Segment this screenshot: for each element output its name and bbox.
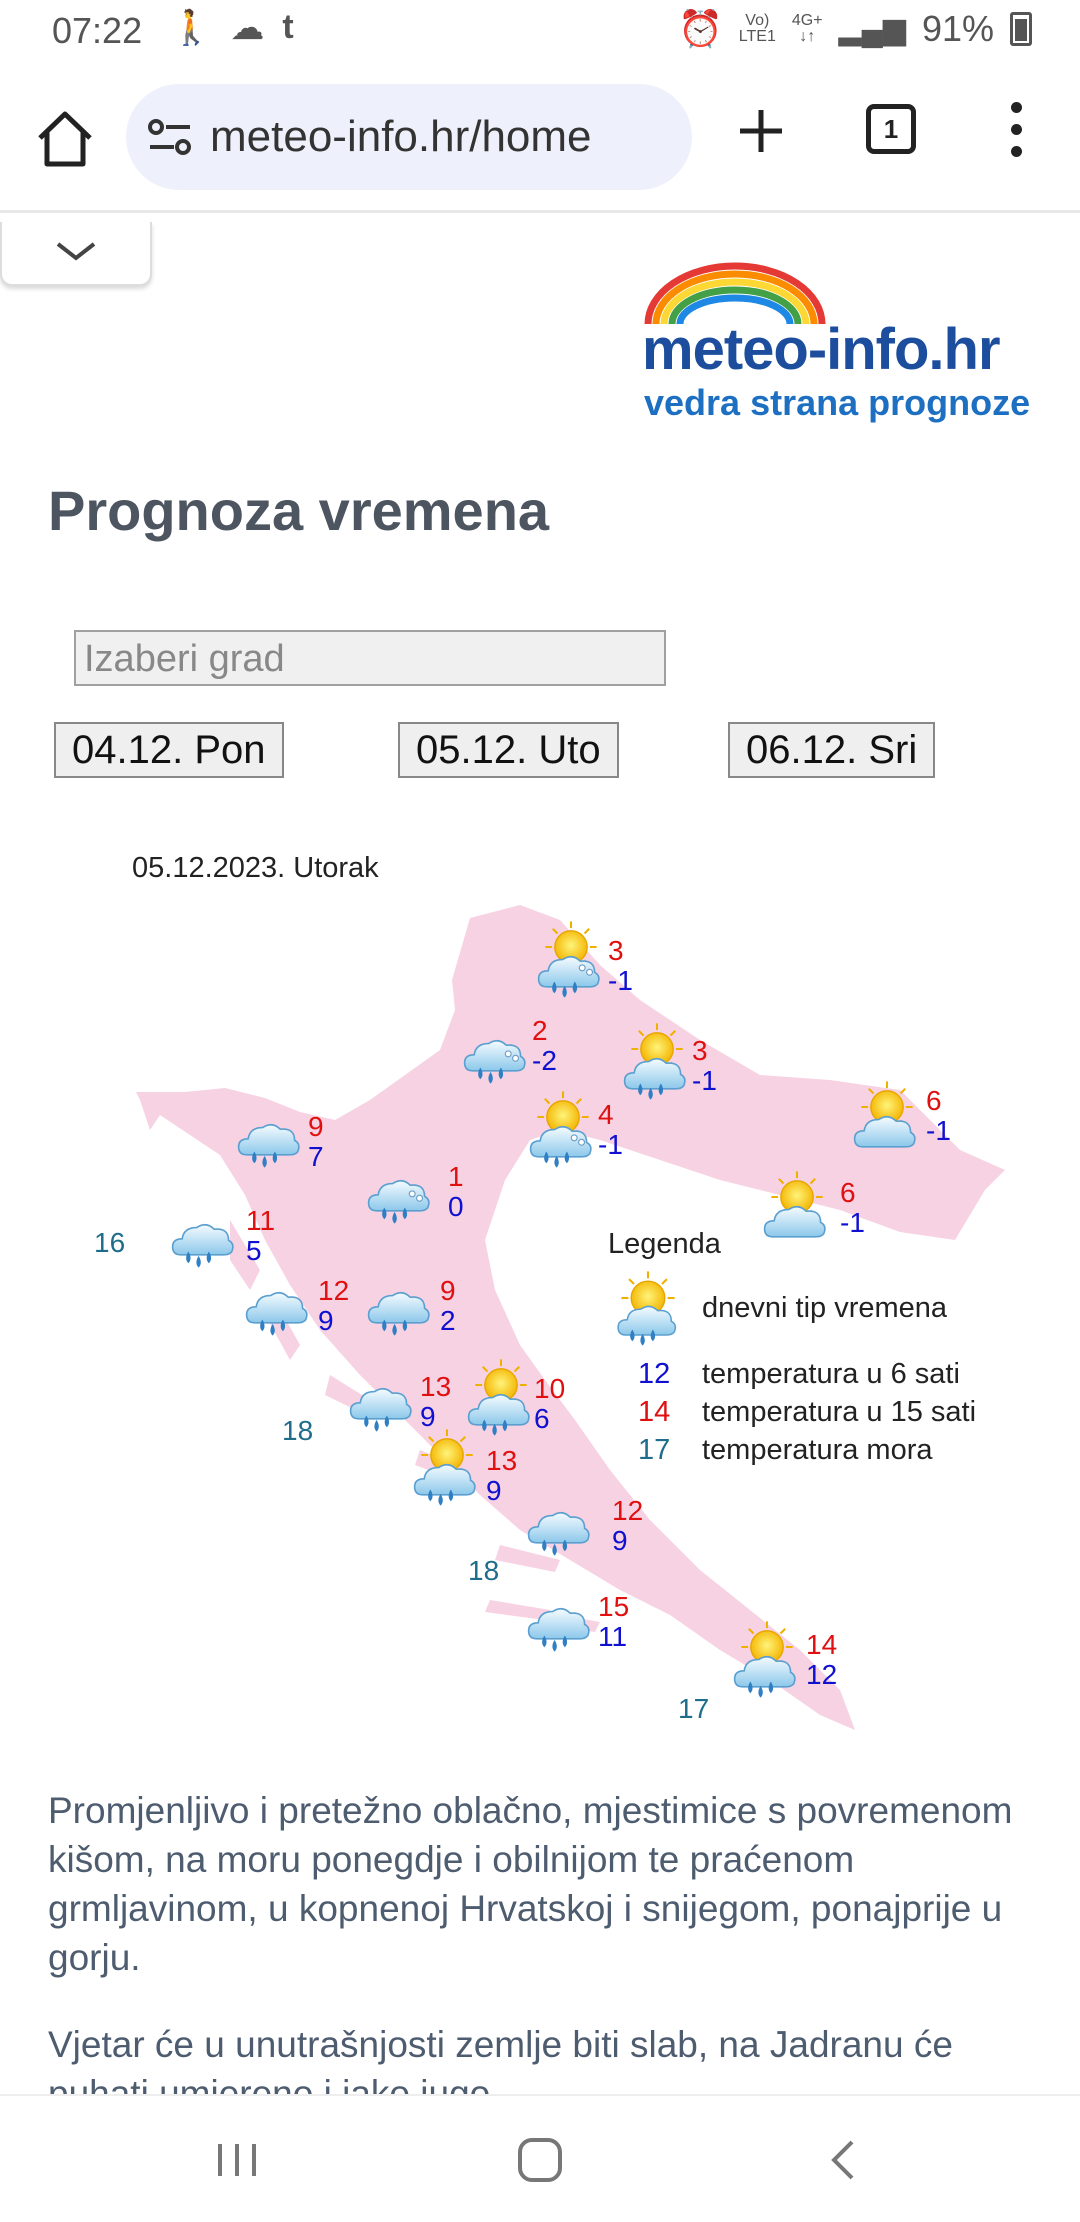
day-button-1[interactable]: 04.12. Pon: [54, 722, 284, 778]
legend-label-sea: temperatura mora: [702, 1434, 933, 1466]
station-low-temp: 7: [308, 1141, 324, 1172]
station-low-temp: 9: [486, 1475, 502, 1506]
status-bar: 07:22 🚶 ☁ t ⏰ Vo) LTE1 4G+ ↓↑ ▂▄▆ 91%: [0, 0, 1080, 64]
legend-weather-icon: [617, 1270, 677, 1346]
home-icon[interactable]: [30, 104, 100, 174]
station-high-temp: 9: [308, 1111, 324, 1142]
legend-label-afternoon: temperatura u 15 sati: [702, 1396, 977, 1428]
legend-num-afternoon: 14: [638, 1396, 671, 1428]
station-low-temp: 5: [246, 1235, 262, 1266]
station-high-temp: 6: [840, 1177, 856, 1208]
station-low-temp: -1: [840, 1207, 865, 1238]
alarm-icon: ⏰: [677, 8, 723, 49]
tab-switcher-button[interactable]: 1: [866, 104, 916, 154]
forecast-paragraph-1: Promjenljivo i pretežno oblačno, mjestim…: [48, 1790, 1013, 1978]
station-low-temp: 9: [420, 1401, 436, 1432]
station-high-temp: 13: [420, 1371, 451, 1402]
map-station: 1511: [527, 1591, 629, 1652]
legend-num-morning: 12: [638, 1358, 671, 1390]
logo-brand: meteo-info.hr: [642, 317, 1001, 382]
page-title: Prognoza vremena: [48, 479, 550, 542]
station-high-temp: 6: [926, 1085, 942, 1116]
legend-num-sea: 17: [638, 1434, 671, 1466]
station-high-temp: 4: [598, 1099, 614, 1130]
collapse-tab[interactable]: [0, 222, 152, 286]
chevron-down-icon: [56, 242, 96, 261]
cloud-icon: ☁: [230, 9, 265, 47]
station-high-temp: 12: [612, 1495, 643, 1526]
back-icon[interactable]: [824, 2138, 864, 2182]
walking-icon: 🚶: [170, 9, 213, 47]
cloud-rain-icon: [171, 1223, 234, 1268]
signal-icon: ▂▄▆: [838, 12, 906, 46]
station-low-temp: -1: [608, 965, 633, 996]
day-button-3[interactable]: 06.12. Sri: [728, 722, 936, 778]
station-low-temp: -1: [692, 1065, 717, 1096]
station-low-temp: 2: [440, 1305, 456, 1336]
station-low-temp: -1: [926, 1115, 951, 1146]
station-high-temp: 12: [318, 1275, 349, 1306]
station-low-temp: -2: [532, 1045, 557, 1076]
station-low-temp: 6: [534, 1403, 550, 1434]
battery-icon: [1010, 12, 1032, 46]
station-high-temp: 10: [534, 1373, 565, 1404]
recent-apps-icon[interactable]: [214, 2140, 260, 2180]
station-high-temp: 13: [486, 1445, 517, 1476]
logo-tagline: vedra strana prognoze: [644, 382, 1031, 423]
sea-temperature: 18: [468, 1555, 499, 1586]
station-high-temp: 3: [692, 1035, 708, 1066]
overflow-menu-icon[interactable]: [1004, 102, 1028, 162]
legend-title: Legenda: [608, 1228, 721, 1260]
browser-toolbar: meteo-info.hr/home 1: [0, 64, 1080, 213]
volte-indicator: Vo) LTE1: [738, 12, 776, 45]
station-high-temp: 15: [598, 1591, 629, 1622]
home-nav-icon[interactable]: [516, 2136, 564, 2184]
station-high-temp: 11: [246, 1205, 275, 1236]
legend-icon-label: dnevni tip vremena: [702, 1292, 948, 1324]
android-nav-bar: [0, 2094, 1080, 2222]
station-low-temp: -1: [598, 1129, 623, 1160]
station-low-temp: 0: [448, 1191, 464, 1222]
address-bar[interactable]: meteo-info.hr/home: [126, 84, 692, 190]
station-low-temp: 9: [612, 1525, 628, 1556]
legend-label-morning: temperatura u 6 sati: [702, 1358, 960, 1390]
battery-percent: 91%: [921, 8, 994, 49]
forecast-paragraph-2: Vjetar će u unutrašnjosti zemlje biti sl…: [48, 2024, 953, 2094]
station-high-temp: 1: [448, 1161, 464, 1192]
city-select[interactable]: Izaberi grad: [74, 630, 666, 686]
site-settings-icon[interactable]: [148, 117, 192, 157]
network-indicator: 4G+ ↓↑: [791, 12, 823, 45]
station-low-temp: 11: [598, 1621, 627, 1652]
map-station: 115: [171, 1205, 275, 1268]
sea-temperature: 17: [678, 1693, 709, 1724]
station-high-temp: 9: [440, 1275, 456, 1306]
tumblr-icon: t: [282, 8, 294, 46]
day-button-2[interactable]: 05.12. Uto: [398, 722, 619, 778]
new-tab-icon[interactable]: [736, 106, 786, 156]
url-text[interactable]: meteo-info.hr/home: [210, 112, 592, 162]
station-low-temp: 12: [806, 1659, 837, 1690]
station-high-temp: 3: [608, 935, 624, 966]
sea-temperature: 18: [282, 1415, 313, 1446]
station-low-temp: 9: [318, 1305, 334, 1336]
station-high-temp: 14: [806, 1629, 837, 1660]
sea-temperature: 16: [94, 1227, 125, 1258]
status-time: 07:22: [52, 10, 143, 51]
site-logo[interactable]: meteo-info.hr vedra strana prognoze: [640, 262, 1040, 423]
station-high-temp: 2: [532, 1015, 548, 1046]
